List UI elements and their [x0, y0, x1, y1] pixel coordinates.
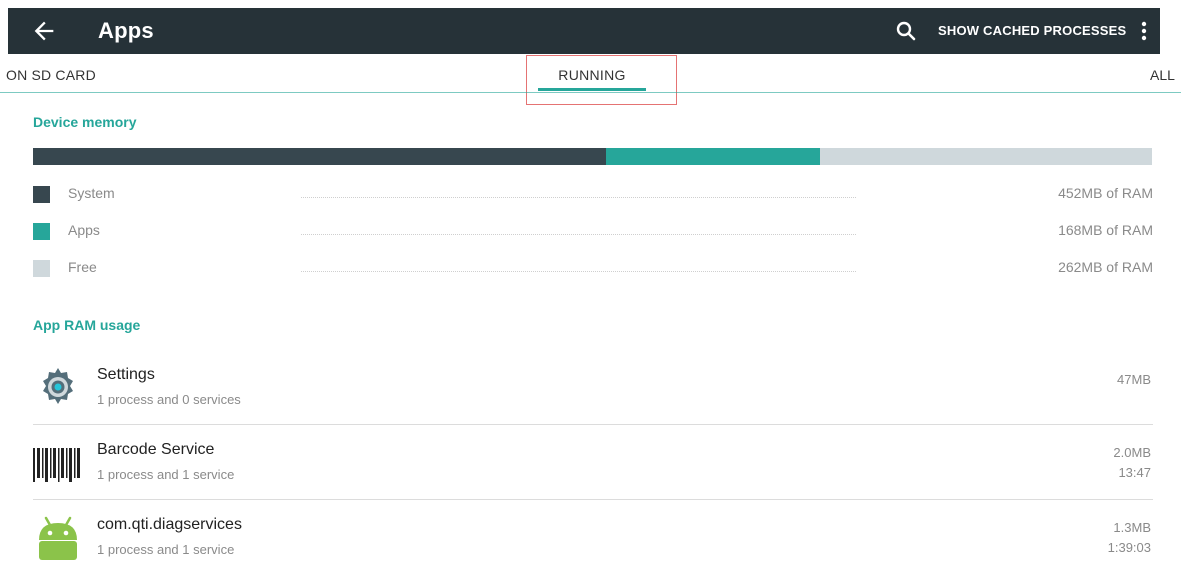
tab-all[interactable]: ALL — [1150, 67, 1175, 83]
legend-row-free: Free 262MB of RAM — [33, 257, 1153, 279]
row-divider — [33, 424, 1153, 425]
dotted-leader — [301, 234, 856, 235]
app-process-count: 1 process and 1 service — [97, 542, 235, 557]
app-row-settings[interactable]: Settings 1 process and 0 services 47MB — [0, 352, 1181, 426]
page-title: Apps — [98, 18, 154, 43]
app-ram-size: 2.0MB — [1113, 445, 1151, 460]
free-swatch — [33, 260, 50, 277]
app-row-barcode-service[interactable]: Barcode Service 1 process and 1 service … — [0, 427, 1181, 501]
tab-on-sd-card[interactable]: ON SD CARD — [6, 67, 96, 83]
legend-row-apps: Apps 168MB of RAM — [33, 220, 1153, 242]
legend-label: Free — [68, 259, 97, 275]
dotted-leader — [301, 197, 856, 198]
app-run-time: 1:39:03 — [1107, 540, 1151, 555]
app-bar: Apps SHOW CACHED PROCESSES — [8, 8, 1160, 54]
show-cached-processes-button[interactable]: SHOW CACHED PROCESSES — [938, 23, 1126, 38]
device-memory-heading: Device memory — [33, 114, 137, 130]
android-icon — [39, 516, 77, 560]
legend-label: Apps — [68, 222, 100, 238]
row-divider — [33, 499, 1153, 500]
settings-gear-icon — [43, 368, 73, 404]
back-arrow-icon[interactable] — [30, 17, 58, 45]
search-icon[interactable] — [894, 19, 918, 43]
system-swatch — [33, 186, 50, 203]
memory-bar-segment-apps — [606, 148, 820, 165]
app-name: Settings — [97, 366, 155, 383]
legend-row-system: System 452MB of RAM — [33, 183, 1153, 205]
apps-swatch — [33, 223, 50, 240]
app-name: com.qti.diagservices — [97, 516, 242, 533]
app-ram-size: 47MB — [1117, 372, 1151, 387]
dotted-leader — [301, 271, 856, 272]
legend-label: System — [68, 185, 115, 201]
barcode-icon — [33, 448, 80, 482]
app-row-diagservices[interactable]: com.qti.diagservices 1 process and 1 ser… — [0, 502, 1181, 576]
memory-bar-segment-free — [819, 148, 1152, 165]
legend-value: 452MB of RAM — [1058, 185, 1153, 201]
app-name: Barcode Service — [97, 441, 215, 458]
highlight-box — [526, 55, 677, 105]
app-ram-usage-heading: App RAM usage — [33, 317, 141, 333]
app-ram-size: 1.3MB — [1113, 520, 1151, 535]
tab-divider — [0, 92, 1181, 93]
memory-bar-segment-system — [33, 148, 607, 165]
app-process-count: 1 process and 1 service — [97, 467, 235, 482]
overflow-menu-icon[interactable] — [1140, 19, 1148, 43]
app-run-time: 13:47 — [1118, 465, 1151, 480]
legend-value: 168MB of RAM — [1058, 222, 1153, 238]
memory-usage-bar — [33, 148, 1152, 165]
app-process-count: 1 process and 0 services — [97, 392, 241, 407]
legend-value: 262MB of RAM — [1058, 259, 1153, 275]
